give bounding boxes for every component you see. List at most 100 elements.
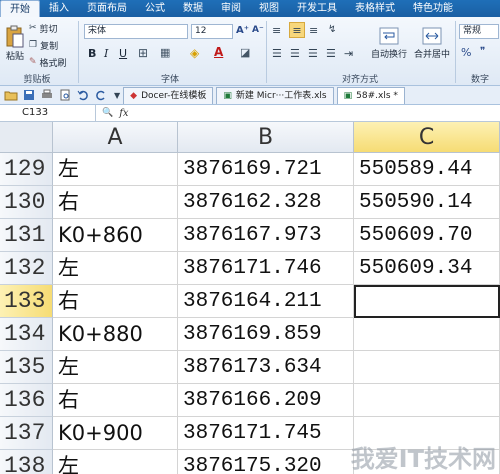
tab-special[interactable]: 特色功能 (404, 0, 462, 17)
number-format-select[interactable]: 常规 (459, 24, 499, 39)
italic-button[interactable]: I (104, 47, 108, 60)
fx-icon[interactable]: fx (119, 108, 128, 119)
border-button[interactable]: ⊞ (138, 46, 148, 60)
tab-formulas[interactable]: 公式 (136, 0, 174, 17)
clipboard-group-label: 剪贴板 (23, 75, 51, 85)
grow-font-button[interactable]: A⁺ (236, 25, 249, 36)
align-right-button[interactable]: ☰ (308, 47, 318, 60)
cell-b[interactable]: 3876173.634 (178, 351, 354, 384)
doc-tab-docer[interactable]: ◆ Docer-在线模板 (123, 86, 214, 104)
underline-button[interactable]: U (119, 47, 127, 60)
text-direction-button[interactable]: ↯ (328, 24, 336, 35)
cell-b[interactable]: 3876169.721 (178, 153, 354, 186)
cell-a[interactable]: 右 (53, 384, 178, 417)
row-header[interactable]: 132 (0, 252, 53, 285)
tab-table-style[interactable]: 表格样式 (346, 0, 404, 17)
cell-c[interactable] (354, 318, 500, 351)
cut-button[interactable]: ✂ 剪切 (29, 22, 58, 35)
tab-review[interactable]: 审阅 (212, 0, 250, 17)
row-header[interactable]: 131 (0, 219, 53, 252)
cell-b[interactable]: 3876167.973 (178, 219, 354, 252)
font-name-select[interactable]: 宋体 (84, 24, 188, 39)
cell-b[interactable]: 3876175.320 (178, 450, 354, 474)
tab-data[interactable]: 数据 (174, 0, 212, 17)
cell-a[interactable]: K0+900 (53, 417, 178, 450)
font-size-select[interactable]: 12 (191, 24, 233, 39)
font-color-button[interactable]: A (214, 45, 223, 59)
merge-style-button[interactable]: ▦ (160, 46, 170, 59)
align-left-button[interactable]: ☰ (272, 47, 282, 60)
comma-icon: ❞ (480, 46, 486, 57)
cell-c[interactable] (354, 351, 500, 384)
row-header[interactable]: 130 (0, 186, 53, 219)
tab-developer[interactable]: 开发工具 (288, 0, 346, 17)
cell-a[interactable]: 左 (53, 252, 178, 285)
name-box[interactable]: C133 (0, 105, 96, 121)
fill-color-button[interactable]: ◈ (190, 46, 199, 60)
row-header[interactable]: 135 (0, 351, 53, 384)
column-header-b[interactable]: B (178, 122, 354, 153)
column-header-a[interactable]: A (53, 122, 178, 153)
paste-label: 粘贴 (5, 51, 24, 62)
cell-c[interactable]: 550609.70 (354, 219, 500, 252)
print-preview-icon[interactable] (58, 89, 72, 101)
justify-icon: ☰ (326, 47, 336, 60)
tab-insert[interactable]: 插入 (40, 0, 78, 17)
row-header[interactable]: 133 (0, 285, 53, 318)
align-middle-button[interactable]: ≡ (289, 22, 305, 38)
cell-b[interactable]: 3876164.211 (178, 285, 354, 318)
justify-button[interactable]: ☰ (326, 47, 336, 60)
cell-b[interactable]: 3876162.328 (178, 186, 354, 219)
cell-b[interactable]: 3876166.209 (178, 384, 354, 417)
cell-a[interactable]: 右 (53, 285, 178, 318)
cell-b[interactable]: 3876169.859 (178, 318, 354, 351)
active-cell[interactable] (354, 285, 500, 318)
percent-button[interactable]: % (461, 46, 471, 59)
save-icon[interactable] (22, 89, 36, 101)
copy-button[interactable]: ❐ 复制 (29, 39, 58, 52)
doc-tab-new-workbook[interactable]: ▣ 新建 Micr···工作表.xls (216, 86, 334, 104)
clear-format-button[interactable]: ◪ (240, 46, 250, 59)
chevron-down-icon[interactable]: ▼ (114, 91, 120, 100)
row-header[interactable]: 129 (0, 153, 53, 186)
tab-view[interactable]: 视图 (250, 0, 288, 17)
tab-home[interactable]: 开始 (0, 0, 40, 17)
folder-icon[interactable] (4, 89, 18, 101)
format-painter-button[interactable]: ✎ 格式刷 (29, 56, 67, 69)
row-header[interactable]: 138 (0, 450, 53, 474)
cell-b[interactable]: 3876171.745 (178, 417, 354, 450)
row-header[interactable]: 136 (0, 384, 53, 417)
bold-button[interactable]: B (88, 47, 96, 60)
row-header[interactable]: 137 (0, 417, 53, 450)
align-bottom-button[interactable]: ≡ (309, 24, 318, 37)
cell-c[interactable]: 550589.44 (354, 153, 500, 186)
cell-a[interactable]: 左 (53, 450, 178, 474)
wrap-text-button[interactable]: 自动换行 (368, 23, 410, 63)
spreadsheet-icon: ▣ (343, 90, 353, 101)
tab-page-layout[interactable]: 页面布局 (78, 0, 136, 17)
zoom-icon[interactable]: 🔍 (102, 108, 113, 118)
print-icon[interactable] (40, 89, 54, 101)
undo-icon[interactable] (76, 89, 90, 101)
cell-c[interactable]: 550590.14 (354, 186, 500, 219)
cell-a[interactable]: K0+880 (53, 318, 178, 351)
cell-a[interactable]: K0+860 (53, 219, 178, 252)
row-header[interactable]: 134 (0, 318, 53, 351)
align-top-button[interactable]: ≡ (272, 24, 281, 37)
cell-a[interactable]: 右 (53, 186, 178, 219)
doc-tab-58[interactable]: ▣ 58#.xls * (336, 86, 405, 104)
cell-a[interactable]: 左 (53, 351, 178, 384)
indent-button[interactable]: ⇥ (344, 47, 353, 60)
merge-center-button[interactable]: 合并居中 (411, 23, 453, 63)
shrink-font-button[interactable]: A⁻ (252, 25, 264, 35)
cell-c[interactable] (354, 384, 500, 417)
align-center-button[interactable]: ☰ (290, 47, 300, 60)
cell-c[interactable]: 550609.34 (354, 252, 500, 285)
cell-a[interactable]: 左 (53, 153, 178, 186)
column-header-c[interactable]: C (354, 122, 500, 153)
paste-button[interactable]: 粘贴 (3, 21, 27, 65)
select-all-corner[interactable] (0, 122, 53, 153)
cell-b[interactable]: 3876171.746 (178, 252, 354, 285)
redo-icon[interactable] (94, 89, 108, 101)
thousands-button[interactable]: ❞ (480, 46, 485, 57)
